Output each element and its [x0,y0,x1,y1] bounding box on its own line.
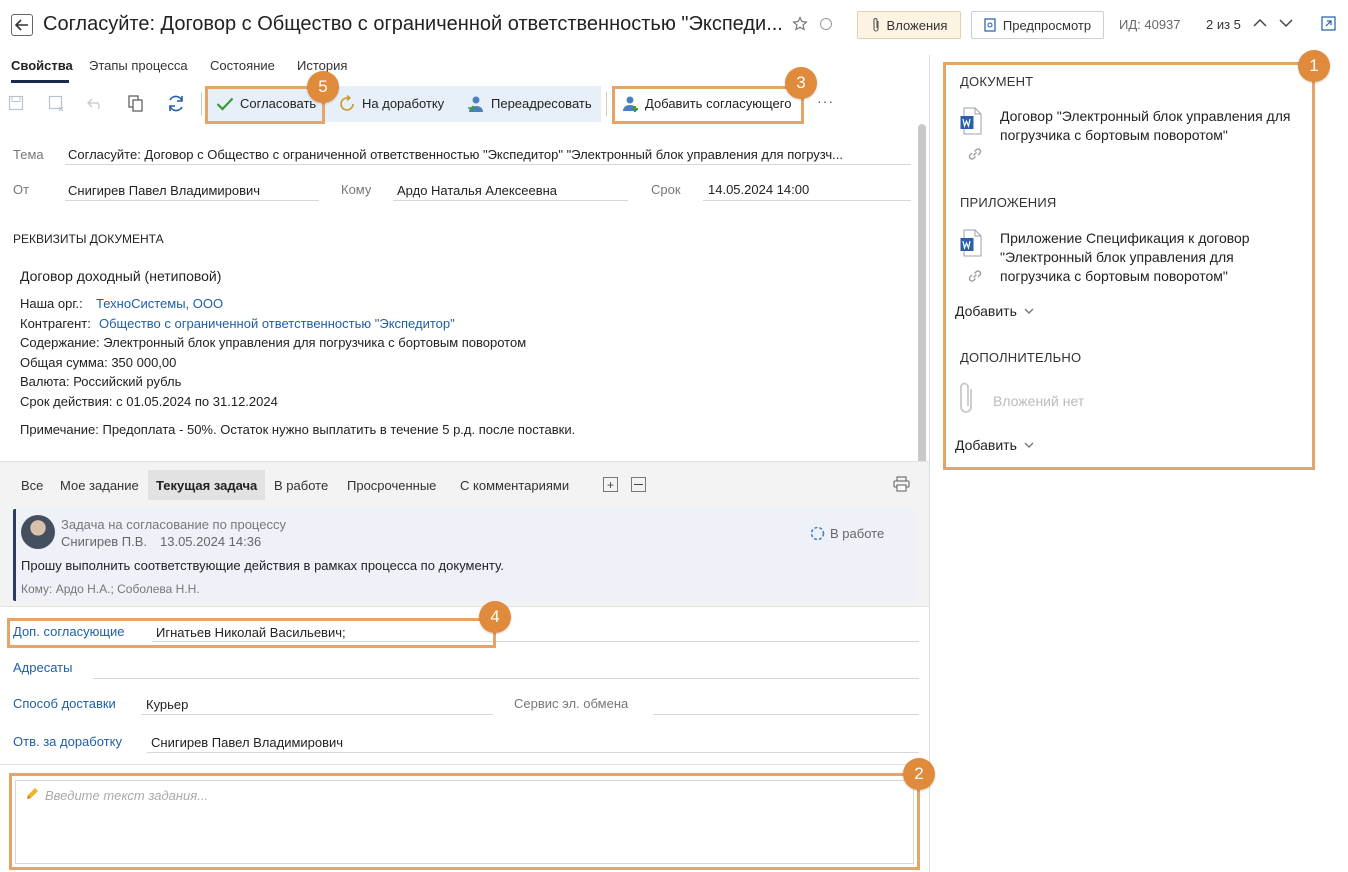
note-line: Примечание: Предоплата - 50%. Остаток ну… [20,422,576,437]
validity-line: Срок действия: с 01.05.2024 по 31.12.202… [20,394,278,409]
chevron-up-icon[interactable] [1253,18,1267,28]
from-underline [65,200,319,201]
total-line: Общая сумма: 350 000,00 [20,355,177,370]
open-window-icon[interactable] [1321,16,1336,31]
attachments-label: Вложения [886,17,948,33]
rework-icon [340,94,354,111]
due-underline [703,200,911,201]
from-label: От [13,182,30,197]
avatar [21,515,55,549]
undo-icon[interactable] [87,96,104,110]
currency-line: Валюта: Российский рубль [20,374,182,389]
refresh-icon[interactable] [167,95,185,112]
more-actions-button[interactable]: ··· [817,93,834,109]
rework-resp-label[interactable]: Отв. за доработку [13,734,122,749]
task-title: Задача на согласование по процессу [61,517,286,532]
doc-type: Договор доходный (нетиповой) [20,268,222,284]
panel-divider [929,55,930,872]
subject-label: Тема [13,147,44,162]
back-button[interactable] [11,14,33,36]
highlight-comment [9,773,920,870]
preview-icon [984,18,996,32]
expand-all-icon[interactable]: + [603,477,618,492]
feed-tab-in-progress[interactable]: В работе [274,478,328,493]
highlight-add-approvers [7,618,496,648]
feed-tab-with-comments[interactable]: С комментариями [460,478,569,493]
preview-label: Предпросмотр [1002,17,1092,33]
redirect-label: Переадресовать [491,96,592,111]
feed-tab-my-task[interactable]: Мое задание [60,478,139,493]
org-link[interactable]: ТехноСистемы, ООО [96,296,223,311]
from-field[interactable]: Снигирев Павел Владимирович [68,183,260,198]
arrow-left-icon [15,19,28,31]
task-message: Прошу выполнить соответствующие действия… [21,558,504,573]
rework-resp-underline [147,752,919,753]
delivery-underline [141,714,493,715]
addressees-label[interactable]: Адресаты [13,660,72,675]
highlight-right-panel [943,62,1315,470]
badge-5: 5 [307,71,339,103]
exchange-label: Сервис эл. обмена [514,696,629,711]
task-status-label: В работе [830,526,885,541]
print-icon[interactable] [893,476,910,492]
task-recipients: Кому: Ардо Н.А.; Соболева Н.Н. [21,582,200,596]
badge-4: 4 [479,601,511,633]
spinner-icon [810,526,825,541]
save-icon[interactable] [8,95,24,111]
counterparty-label: Контрагент: [20,316,91,331]
feed-tab-current-task[interactable]: Текущая задача [156,478,257,493]
collapse-all-icon[interactable] [631,477,646,492]
tab-active-underline [11,80,69,83]
content-line: Содержание: Электронный блок управления … [20,335,527,350]
paperclip-icon [872,18,879,32]
redirect-button[interactable]: Переадресовать [467,87,592,120]
feed-tab-all[interactable]: Все [21,478,43,493]
badge-3: 3 [785,67,817,99]
task-status: В работе [810,526,884,541]
task-author: Снигирев П.В. [61,534,148,549]
preview-button[interactable]: Предпросмотр [971,11,1104,39]
org-label: Наша орг.: [20,296,83,311]
counterparty-link[interactable]: Общество с ограниченной ответственностью… [99,316,455,331]
task-date: 13.05.2024 14:36 [160,534,262,549]
rework-resp-field[interactable]: Снигирев Павел Владимирович [151,735,343,750]
rework-label: На доработку [362,96,445,111]
addressees-underline [93,678,919,679]
id-label: ИД: 40937 [1119,17,1181,32]
badge-1: 1 [1298,50,1330,82]
rework-button[interactable]: На доработку [338,87,444,120]
redirect-user-icon [468,96,483,112]
toolbar-separator-2 [606,92,607,116]
to-field[interactable]: Ардо Наталья Алексеевна [397,183,557,198]
exchange-underline [653,714,919,715]
attachments-button[interactable]: Вложения [857,11,961,39]
delivery-field[interactable]: Курьер [146,697,188,712]
due-field[interactable]: 14.05.2024 14:00 [708,182,809,197]
requisites-heading: РЕКВИЗИТЫ ДОКУМЕНТА [13,232,164,246]
status-circle-icon [820,18,832,30]
save-close-icon[interactable] [48,95,65,112]
favorite-star-icon[interactable] [792,16,808,32]
subject-underline [65,164,911,165]
toolbar-separator [201,92,202,116]
delivery-label[interactable]: Способ доставки [13,696,116,711]
highlight-add-approver [612,86,804,124]
feed-tab-overdue[interactable]: Просроченные [347,478,436,493]
pager-label: 2 из 5 [1206,17,1241,32]
badge-2: 2 [903,758,935,790]
tab-process-stages[interactable]: Этапы процесса [89,58,188,73]
due-label: Срок [651,182,681,197]
subject-field[interactable]: Согласуйте: Договор с Общество с огранич… [68,147,908,162]
copy-icon[interactable] [128,95,143,112]
comment-separator [0,764,929,765]
page-title: Согласуйте: Договор с Общество с огранич… [43,13,783,35]
to-underline [393,200,628,201]
to-label: Кому [341,182,372,197]
tab-state[interactable]: Состояние [210,58,275,73]
tab-properties[interactable]: Свойства [11,58,73,73]
chevron-down-icon[interactable] [1279,18,1293,28]
